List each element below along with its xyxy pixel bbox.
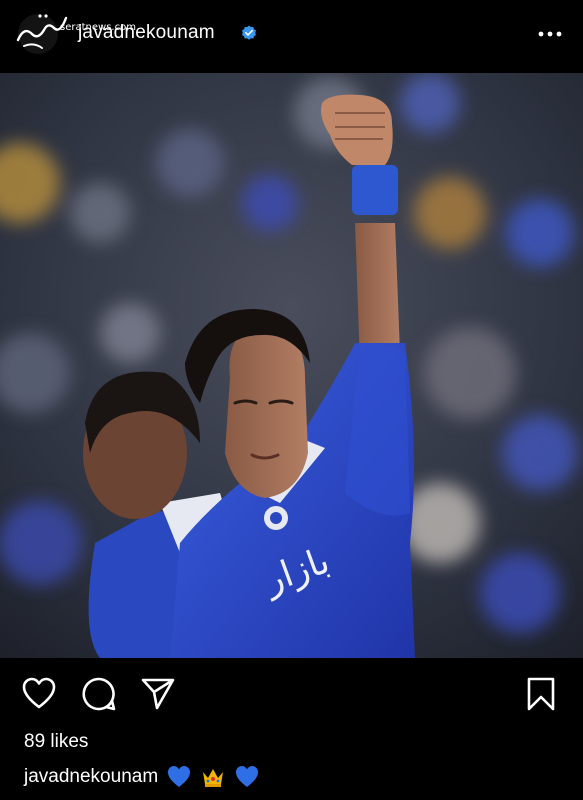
comment-icon[interactable] [81,676,117,712]
post-author-username[interactable]: javadnekounam [78,22,215,44]
caption-username[interactable]: javadnekounam [24,766,158,788]
blue-heart-icon [166,764,192,790]
send-icon[interactable] [140,676,176,712]
football-player-photo: بازار [0,73,583,658]
verified-badge-icon [242,25,256,40]
bookmark-icon[interactable] [523,676,559,712]
likes-count[interactable]: 89 likes [24,731,88,753]
crown-icon [200,764,226,790]
caption: javadnekounam [24,764,260,790]
more-options-icon[interactable] [537,24,563,44]
heart-icon[interactable] [21,676,57,712]
post-image[interactable]: بازار [0,73,583,658]
post-header: seratnews.com javadnekounam [0,0,583,72]
blue-heart-icon [234,764,260,790]
post-actions-bar [0,660,583,720]
